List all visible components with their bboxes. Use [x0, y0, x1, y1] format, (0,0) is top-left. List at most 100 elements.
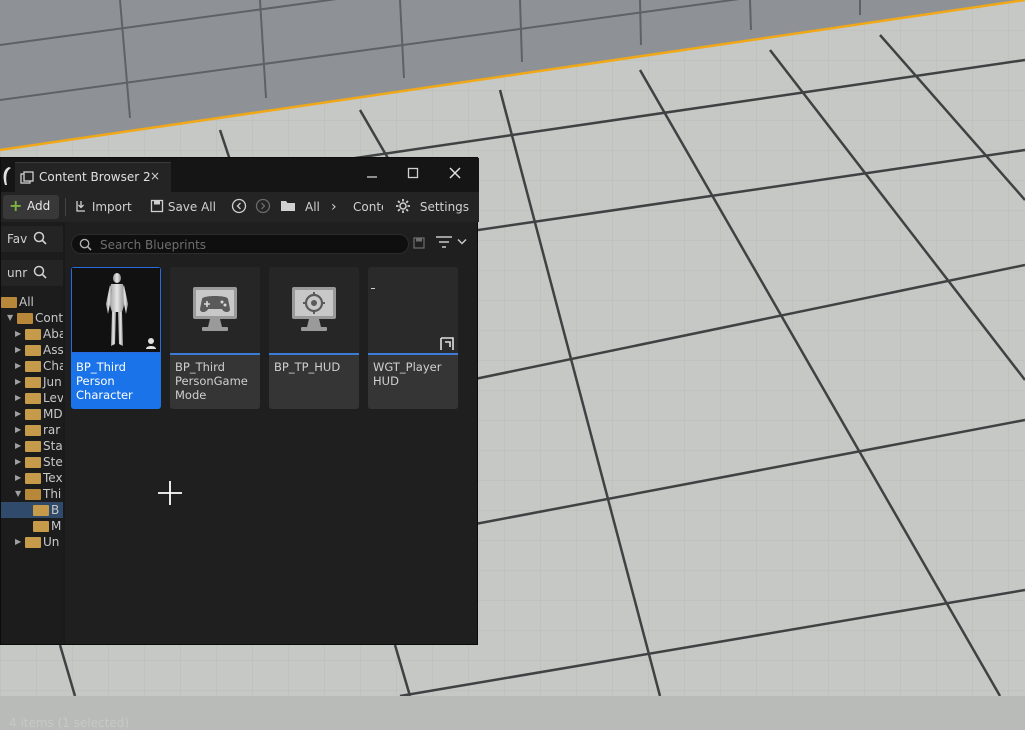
settings-label: Settings [419, 200, 470, 214]
tree-item-label: Jun [43, 375, 62, 389]
import-icon [76, 201, 85, 212]
asset-thumbnail [368, 267, 458, 353]
tree-item[interactable]: ▶ Tex [1, 470, 63, 486]
settings-button[interactable]: Settings [395, 197, 469, 217]
filter-icon [436, 236, 452, 248]
asset-tile-bp-third-person-game-mode[interactable]: BP_Third PersonGame Mode [170, 267, 260, 409]
tree-item-label: Thi [43, 487, 62, 501]
asset-name-line: BP_TP_HUD [274, 360, 341, 374]
chevron-right-icon[interactable]: ▶ [15, 406, 23, 422]
asset-tile-bp-third-person-character[interactable]: BP_Third Person Character [71, 267, 161, 409]
collection-header[interactable]: unr [1, 260, 63, 286]
actor-badge-icon [146, 338, 156, 349]
forward-button[interactable] [255, 197, 271, 217]
asset-thumbnail [71, 267, 161, 353]
chevron-right-icon[interactable]: ▶ [15, 422, 23, 438]
chevron-down-icon[interactable]: ▼ [7, 310, 15, 326]
chevron-right-icon[interactable]: ▶ [15, 390, 23, 406]
tree-item[interactable]: ▶ MD [1, 406, 63, 422]
sources-panel: Fav unr All▼Content▶Aba▶Ass▶Cha▶Jun▶Lev▶… [1, 222, 63, 644]
filter-button[interactable] [435, 235, 471, 253]
close-window-button[interactable] [442, 164, 468, 186]
folder-icon [25, 377, 41, 388]
folder-icon [25, 361, 41, 372]
asset-view[interactable]: BP_Third Person Character BP_T [65, 222, 477, 644]
minimize-button[interactable] [359, 164, 385, 186]
tree-item[interactable]: All [1, 294, 63, 310]
search-icon[interactable] [33, 265, 47, 279]
back-button[interactable] [231, 197, 247, 217]
maximize-button[interactable] [400, 164, 426, 186]
add-button[interactable]: + Add [3, 195, 59, 219]
chevron-right-icon[interactable]: ▶ [15, 374, 23, 390]
chevron-right-icon[interactable]: ▶ [15, 534, 23, 550]
asset-name-line: WGT_Player [373, 360, 442, 374]
search-bar[interactable] [71, 234, 409, 254]
tree-item[interactable]: ▶ Aba [1, 326, 63, 342]
chevron-right-icon[interactable]: ▶ [15, 438, 23, 454]
chevron-down-icon[interactable]: ▼ [15, 486, 23, 502]
add-plus-icon: + [9, 196, 23, 215]
tree-item-label: Lev [43, 391, 63, 405]
chevron-right-icon[interactable]: ▶ [15, 470, 23, 486]
asset-type-bar [170, 353, 260, 355]
crosshair-cursor-icon [158, 481, 182, 505]
chevron-right-icon[interactable]: ▶ [15, 454, 23, 470]
favorites-label: Fav [7, 232, 28, 246]
tab-title: Content Browser 2 [39, 170, 151, 184]
tree-item[interactable]: ▶ rar [1, 422, 63, 438]
tree-item[interactable]: ▶ Lev [1, 390, 63, 406]
asset-tile-bp-tp-hud[interactable]: BP_TP_HUD [269, 267, 359, 409]
content-browser-window[interactable]: Content Browser 2 × + Add Import Save Al… [0, 157, 479, 730]
chevron-right-icon[interactable]: ▶ [15, 326, 23, 342]
tree-item[interactable]: ▶ Cha [1, 358, 63, 374]
tree-item-label: MD [43, 407, 63, 421]
title-bar[interactable]: Content Browser 2 × [1, 158, 479, 192]
import-label: Import [91, 200, 132, 214]
chevron-right-icon[interactable]: ▶ [15, 342, 23, 358]
breadcrumb-all[interactable]: All [305, 197, 320, 217]
import-button[interactable]: Import [74, 197, 132, 217]
path-folder-button[interactable] [280, 197, 296, 217]
character-icon [106, 273, 128, 346]
folder-icon [25, 393, 41, 404]
favorites-header[interactable]: Fav [1, 226, 63, 252]
asset-name: BP_TP_HUD [274, 360, 358, 374]
tree-item[interactable]: ▶ Un [1, 534, 63, 550]
folder-icon [25, 441, 41, 452]
asset-type-bar [368, 353, 458, 355]
search-input[interactable] [98, 236, 402, 254]
tree-item[interactable]: ▶ Jun [1, 374, 63, 390]
tree-item-label: Un [43, 535, 60, 549]
asset-name-line: Character [76, 388, 133, 402]
tree-item[interactable]: ▶ Ass [1, 342, 63, 358]
save-all-button[interactable]: Save All [150, 197, 216, 217]
tab-content-browser[interactable]: Content Browser 2 × [15, 162, 171, 192]
save-search-icon[interactable] [413, 237, 425, 249]
content-browser-toolbar: + Add Import Save All All › Cont Setting… [1, 192, 479, 222]
breadcrumb-content[interactable]: Conte [353, 197, 383, 217]
tree-item-label: Ste [43, 455, 63, 469]
tab-close-icon[interactable]: × [150, 169, 160, 183]
back-arrow-icon [231, 198, 247, 214]
tree-item[interactable]: B [1, 502, 63, 518]
tree-item[interactable]: ▼ Content [1, 310, 63, 326]
asset-name-line: PersonGame [175, 374, 248, 388]
tree-item[interactable]: ▼ Thi [1, 486, 63, 502]
tree-item-label: Cha [43, 359, 63, 373]
widget-icon [440, 337, 454, 350]
tree-item[interactable]: M [1, 518, 63, 534]
status-bar-text: 4 items (1 selected) [9, 716, 130, 730]
crosshair-icon [292, 287, 336, 331]
chevron-right-icon[interactable]: ▶ [15, 358, 23, 374]
search-icon[interactable] [33, 231, 47, 245]
close-icon [449, 167, 461, 179]
tree-item[interactable]: ▶ Ste [1, 454, 63, 470]
folder-icon [281, 201, 295, 211]
folder-icon [25, 409, 41, 420]
asset-tile-wgt-player-hud[interactable]: WGT_Player HUD [368, 267, 458, 409]
folder-icon [25, 425, 41, 436]
asset-name: BP_Third Person Character [76, 360, 160, 402]
tree-item[interactable]: ▶ Sta [1, 438, 63, 454]
minimize-icon [367, 176, 377, 178]
